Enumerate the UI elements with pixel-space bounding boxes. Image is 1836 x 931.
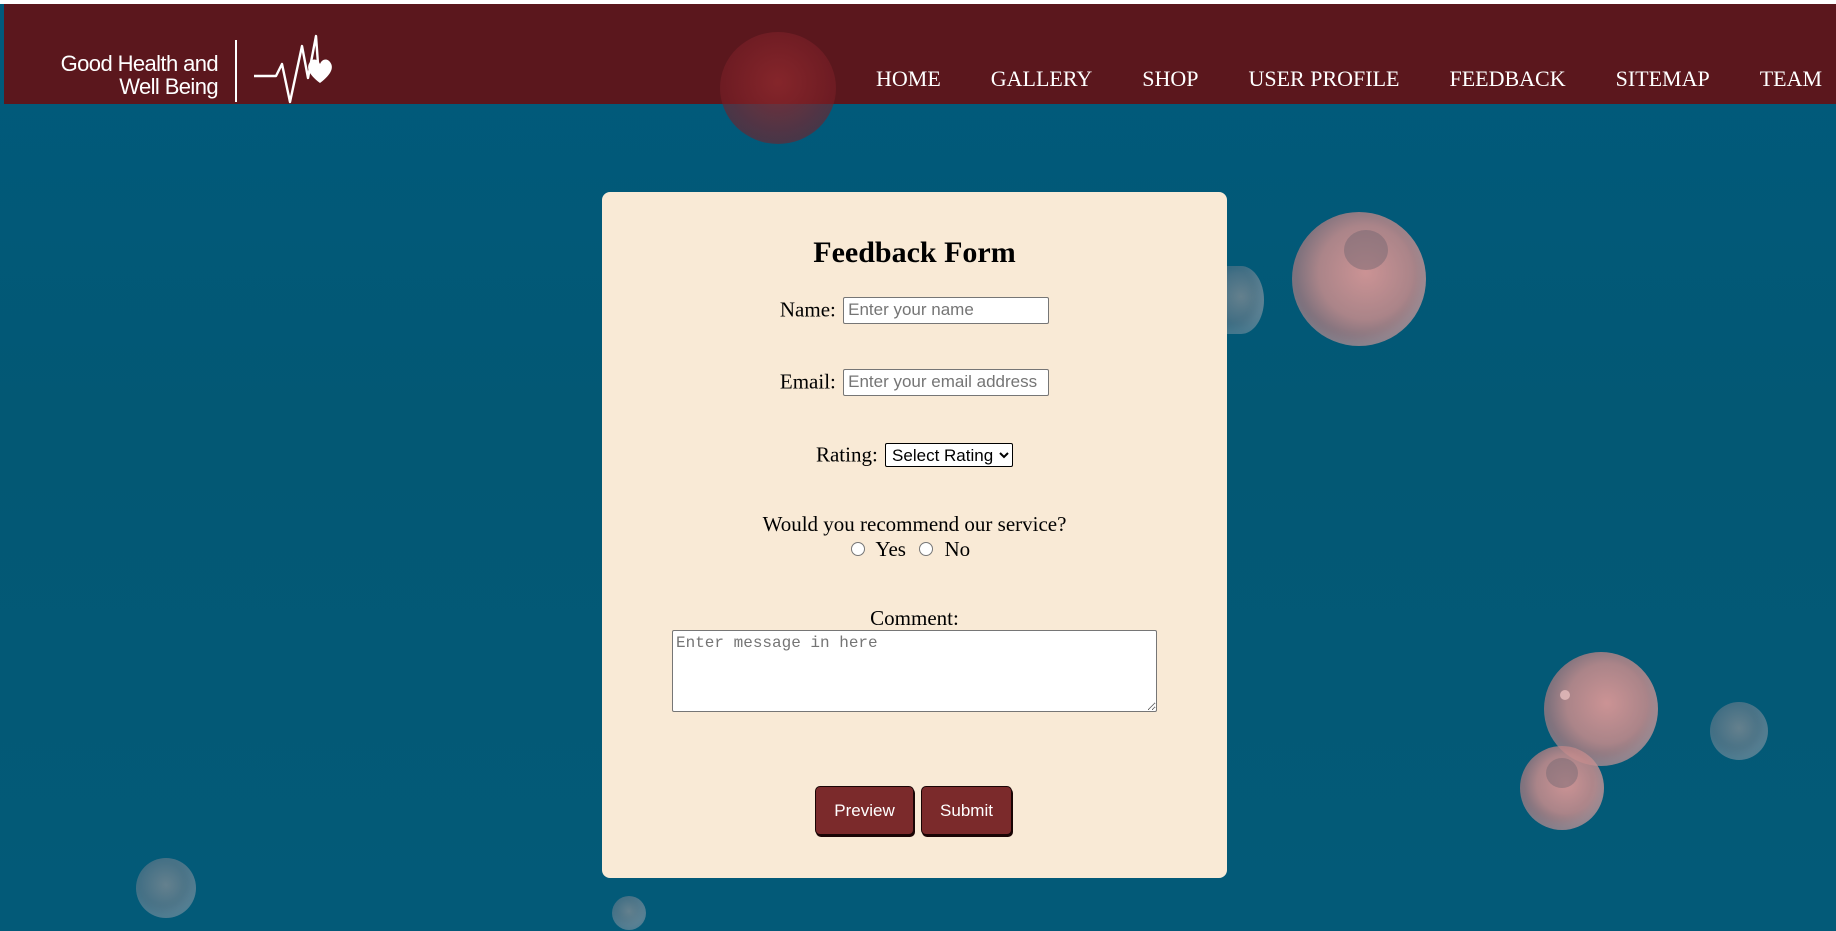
nav-user-profile[interactable]: USER PROFILE bbox=[1248, 66, 1399, 92]
name-label: Name: bbox=[779, 297, 836, 322]
nav-feedback[interactable]: FEEDBACK bbox=[1449, 66, 1565, 92]
logo-text: Good Health and Well Being bbox=[60, 51, 219, 99]
nav-gallery[interactable]: GALLERY bbox=[991, 66, 1092, 92]
bubble-decoration bbox=[1292, 212, 1426, 346]
comment-textarea[interactable] bbox=[672, 630, 1157, 712]
site-logo[interactable]: Good Health and Well Being bbox=[60, 32, 344, 108]
recommend-yes-label: Yes bbox=[875, 537, 906, 561]
name-row: Name: bbox=[602, 296, 1227, 324]
nav-home[interactable]: HOME bbox=[876, 66, 941, 92]
rating-select[interactable]: Select Rating bbox=[885, 443, 1014, 468]
bubble-decoration bbox=[612, 896, 646, 930]
recommend-no-label: No bbox=[944, 537, 971, 561]
preview-button[interactable]: Preview bbox=[815, 786, 914, 835]
name-input[interactable] bbox=[843, 296, 1050, 324]
recommend-yes-radio[interactable] bbox=[850, 542, 865, 556]
rating-row: Rating: Select Rating bbox=[602, 441, 1227, 468]
rating-label: Rating: bbox=[815, 442, 878, 467]
bubble-decoration bbox=[136, 858, 196, 918]
email-row: Email: bbox=[602, 368, 1227, 396]
main-nav: HOME GALLERY SHOP USER PROFILE FEEDBACK … bbox=[876, 66, 1822, 92]
recommend-no-radio[interactable] bbox=[919, 542, 934, 556]
bubble-decoration bbox=[1520, 746, 1604, 830]
logo-line-2: Well Being bbox=[119, 74, 218, 99]
recommend-options: Yes No bbox=[602, 537, 1227, 562]
feedback-form: Feedback Form Name: Email: Rating: Selec… bbox=[602, 192, 1227, 878]
submit-button[interactable]: Submit bbox=[921, 786, 1012, 835]
nav-sitemap[interactable]: SITEMAP bbox=[1616, 66, 1710, 92]
bubble-decoration bbox=[1710, 702, 1768, 760]
email-input[interactable] bbox=[843, 368, 1050, 396]
nav-team[interactable]: TEAM bbox=[1760, 66, 1822, 92]
nav-shop[interactable]: SHOP bbox=[1142, 66, 1198, 92]
email-label: Email: bbox=[779, 369, 836, 394]
recommend-question: Would you recommend our service? bbox=[762, 512, 1067, 536]
site-header: Good Health and Well Being HOME GALLERY … bbox=[4, 4, 1836, 144]
bubble-decoration bbox=[720, 32, 836, 144]
logo-divider bbox=[235, 40, 237, 102]
form-title: Feedback Form bbox=[813, 236, 1016, 269]
heartbeat-heart-icon bbox=[254, 34, 332, 104]
page: Good Health and Well Being HOME GALLERY … bbox=[0, 0, 1836, 931]
comment-label: Comment: bbox=[870, 606, 959, 630]
logo-line-1: Good Health and bbox=[60, 51, 219, 76]
